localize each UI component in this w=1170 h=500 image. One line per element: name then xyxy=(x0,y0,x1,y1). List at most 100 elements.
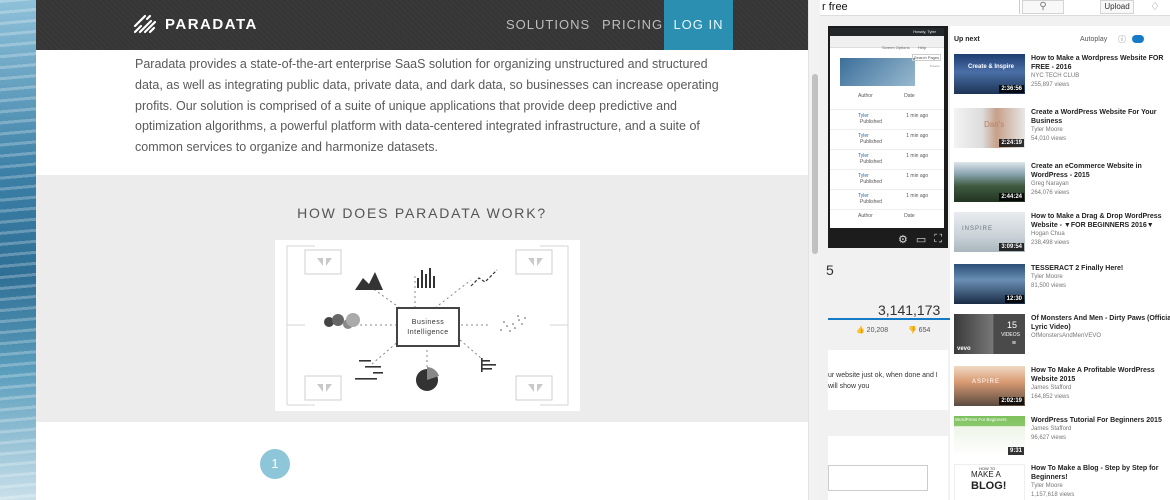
video-thumbnail: Create & Inspire 2:36:56 xyxy=(954,54,1025,94)
video-duration: 2:02:19 xyxy=(999,397,1024,405)
playlist-count: 15 xyxy=(1006,320,1017,330)
settings-gear-icon[interactable]: ⚙ xyxy=(898,233,908,246)
video-player[interactable]: Howdy, Tyler Screen Options Help Search … xyxy=(828,26,948,248)
wp-row-status: Published xyxy=(860,159,882,165)
video-channel: NYC TECH CLUB xyxy=(1031,73,1080,79)
search-input[interactable]: r free xyxy=(820,0,1020,14)
wp-row-status: Published xyxy=(860,199,882,205)
notifications-bell-icon[interactable]: ♢ xyxy=(1150,0,1160,13)
wp-list-row: Tyler 1 min ago Published xyxy=(830,170,944,190)
step-number-badge: 1 xyxy=(260,449,290,479)
scrollbar-thumb[interactable] xyxy=(812,74,818,254)
wp-toolbar: Screen Options Help xyxy=(830,36,944,50)
video-title: How to Make a Drag & Drop WordPress Webs… xyxy=(1031,212,1170,248)
video-thumbnail: HOW TO MAKE A BLOG! xyxy=(954,464,1025,500)
video-views: 1,157,618 views xyxy=(1031,492,1075,498)
video-views: 264,076 views xyxy=(1031,190,1070,196)
video-thumbnail: WordPress For Beginners 9:31 xyxy=(954,416,1025,456)
video-channel: James Stafford xyxy=(1031,426,1072,432)
video-title: Of Monsters And Men - Dirty Paws (Offici… xyxy=(1031,314,1170,341)
video-title-text: How to Make a Drag & Drop WordPress Webs… xyxy=(1031,213,1162,229)
suggested-video[interactable]: HOW TO MAKE A BLOG! How To Make a Blog -… xyxy=(954,464,1170,500)
video-channel: Tyler Moore xyxy=(1031,127,1063,133)
playlist-icon: ≡ xyxy=(1011,340,1016,347)
wp-help: Help xyxy=(918,45,927,50)
wp-list-footer: Author Date xyxy=(830,210,944,228)
video-title: How To Make A Profitable WordPress Websi… xyxy=(1031,366,1170,402)
like-ratio-bar xyxy=(828,318,950,320)
wp-date-col: Date xyxy=(904,93,915,99)
search-button[interactable]: ⚲ xyxy=(1022,0,1064,14)
video-views: 54,010 views xyxy=(1031,136,1067,142)
video-thumbnail: ASPIRE 2:02:19 xyxy=(954,366,1025,406)
suggested-video[interactable]: 15 VIDEOS ≡ vevo Of Monsters And Men - D… xyxy=(954,314,1170,358)
thumbnail-text: BLOG! xyxy=(971,480,1007,492)
wp-list: Author Date Tyler 1 min ago Published Ty… xyxy=(830,90,944,228)
up-next-label: Up next xyxy=(954,36,980,43)
scrollbar[interactable] xyxy=(808,0,820,500)
fullscreen-icon[interactable]: ⛶ xyxy=(934,233,942,246)
video-thumbnail: 12:30 xyxy=(954,264,1025,304)
comment-input[interactable] xyxy=(828,465,928,491)
video-title-text: How To Make a Blog - Step by Step for Be… xyxy=(1031,465,1159,481)
thumbnail-text: ASPIRE xyxy=(972,379,1001,385)
thumbnail-text: WordPress For Beginners xyxy=(955,417,1007,422)
thumbs-up-icon: 👍 xyxy=(856,327,865,334)
suggested-video[interactable]: 2:44:24 Create an eCommerce Website in W… xyxy=(954,162,1170,206)
diagram-center-line2: Intelligence xyxy=(407,329,448,336)
wp-author-col: Author xyxy=(858,93,873,99)
search-icon: ⚲ xyxy=(1039,1,1047,12)
nav-solutions[interactable]: SOLUTIONS xyxy=(506,0,590,50)
suggested-video[interactable]: INSPIRE 3:09:54 How to Make a Drag & Dro… xyxy=(954,212,1170,256)
wp-row-date: 1 min ago xyxy=(906,153,929,159)
dislike-count: 654 xyxy=(918,327,931,334)
video-duration: 2:44:24 xyxy=(999,193,1024,201)
video-title-text: TESSERACT 2 Finally Here! xyxy=(1031,265,1124,272)
suggested-video[interactable]: ASPIRE 2:02:19 How To Make A Profitable … xyxy=(954,366,1170,410)
paradata-logo[interactable]: PARADATA xyxy=(133,14,258,34)
suggested-video[interactable]: WordPress For Beginners 9:31 WordPress T… xyxy=(954,416,1170,460)
suggested-video[interactable]: 12:30 TESSERACT 2 Finally Here! Tyler Moo… xyxy=(954,264,1170,308)
wp-list-header: Author Date xyxy=(830,90,944,110)
diagram-center-line1: Business xyxy=(412,319,444,326)
intro-paragraph: Paradata provides a state-of-the-art ent… xyxy=(135,57,719,155)
wp-admin-user: Howdy, Tyler xyxy=(913,29,936,34)
wp-list-row: Tyler 1 min ago Published xyxy=(830,110,944,130)
autoplay-toggle[interactable] xyxy=(1132,35,1144,43)
wp-item-count: 5 items xyxy=(930,64,940,68)
wp-row-date: 1 min ago xyxy=(906,113,929,119)
video-channel: Tyler Moore xyxy=(1031,274,1063,280)
like-button[interactable]: 👍 20,208 xyxy=(856,326,888,334)
nav-login-button[interactable]: LOG IN xyxy=(664,0,733,50)
info-icon[interactable]: ⓘ xyxy=(1118,34,1126,45)
video-title: How to Make a Wordpress Website FOR FREE… xyxy=(1031,54,1170,90)
video-title: Create a WordPress Website For Your Busi… xyxy=(1031,108,1170,144)
video-views: 96,627 views xyxy=(1031,435,1067,441)
suggested-video[interactable]: Create & Inspire 2:36:56 How to Make a W… xyxy=(954,54,1170,98)
diagram-illustration: Business Intelligence xyxy=(286,245,569,406)
wp-search-pages: Search Pages xyxy=(912,54,942,61)
wp-screen-options: Screen Options xyxy=(882,45,910,50)
video-banner xyxy=(840,58,915,86)
video-channel: Hogan Chua xyxy=(1031,231,1065,237)
wp-row-status: Published xyxy=(860,139,882,145)
video-title: How To Make a Blog - Step by Step for Be… xyxy=(1031,464,1170,500)
thumbs-down-icon: 👎 xyxy=(908,327,917,334)
thumbnail-text: Create & Inspire xyxy=(968,64,1015,70)
video-channel: James Stafford xyxy=(1031,385,1072,391)
like-count: 20,208 xyxy=(866,327,889,334)
video-title-text: How To Make A Profitable WordPress Websi… xyxy=(1031,367,1155,383)
upload-button[interactable]: Upload xyxy=(1100,0,1134,14)
video-views: 238,498 views xyxy=(1031,240,1070,246)
playlist-label: VIDEOS xyxy=(1001,332,1020,338)
thumbnail-text: INSPIRE xyxy=(962,226,994,232)
youtube-window: r free ⚲ Upload ♢ Howdy, Tyler Screen Op… xyxy=(820,0,1170,500)
autoplay-label: Autoplay xyxy=(1080,36,1108,43)
video-views: 255,897 views xyxy=(1031,82,1070,88)
dislike-button[interactable]: 👎 654 xyxy=(908,326,930,334)
vevo-logo: vevo xyxy=(957,346,971,352)
nav-pricing[interactable]: PRICING xyxy=(602,0,663,50)
theater-mode-icon[interactable]: ▭ xyxy=(916,233,926,246)
suggested-video[interactable]: Dan's 2:24:19 Create a WordPress Website… xyxy=(954,108,1170,152)
wp-date-col: Date xyxy=(904,213,915,219)
